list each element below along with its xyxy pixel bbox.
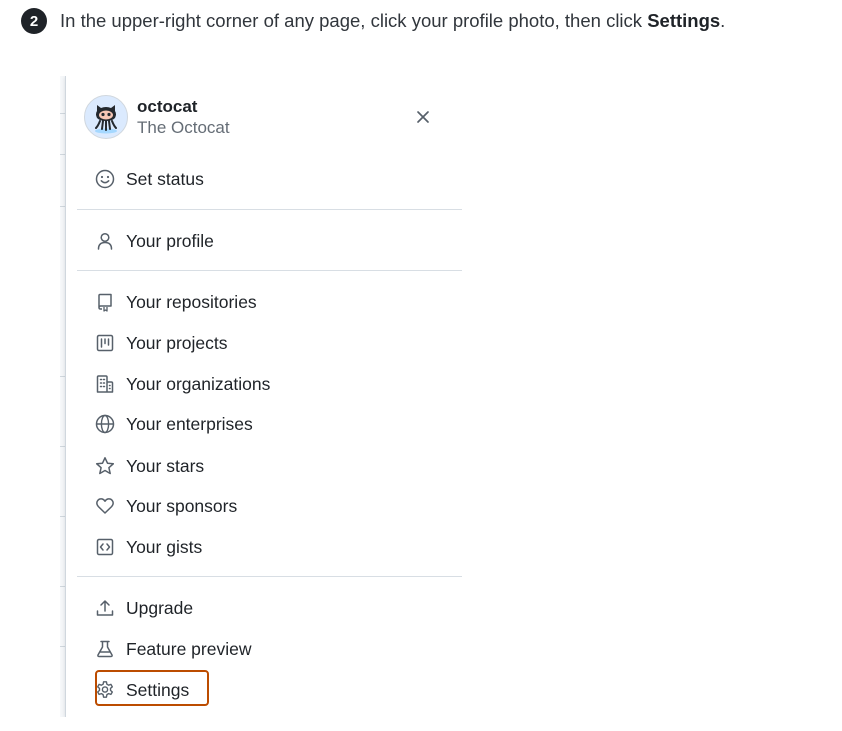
instruction-text-start: In the upper-right corner of any page, c… bbox=[60, 10, 648, 31]
menu-item-label: Your stars bbox=[126, 455, 205, 476]
menu-item-your-enterprises[interactable]: Your enterprises bbox=[94, 409, 253, 439]
menu-item-your-gists[interactable]: Your gists bbox=[94, 532, 202, 562]
menu-item-your-repositories[interactable]: Your repositories bbox=[94, 287, 257, 317]
user-menu: octocat The Octocat Set status Your prof… bbox=[65, 76, 465, 717]
instruction-text-bold: Settings bbox=[647, 10, 721, 31]
smiley-icon bbox=[94, 168, 116, 190]
menu-item-label: Feature preview bbox=[126, 638, 252, 659]
menu-item-label: Upgrade bbox=[126, 597, 194, 618]
menu-divider bbox=[77, 209, 462, 210]
person-icon bbox=[94, 230, 116, 252]
menu-item-label: Your organizations bbox=[126, 373, 271, 394]
star-icon bbox=[94, 455, 116, 477]
menu-item-label: Your profile bbox=[126, 230, 214, 251]
menu-item-your-profile[interactable]: Your profile bbox=[94, 226, 214, 256]
close-button[interactable] bbox=[412, 106, 434, 128]
octocat-avatar-icon bbox=[95, 105, 117, 134]
instruction-text-end: . bbox=[720, 10, 726, 31]
instruction-step: 2 In the upper-right corner of any page,… bbox=[21, 8, 725, 34]
menu-item-your-sponsors[interactable]: Your sponsors bbox=[94, 491, 237, 521]
instruction-text: In the upper-right corner of any page, c… bbox=[60, 10, 725, 32]
step-number-badge: 2 bbox=[21, 8, 47, 34]
menu-divider bbox=[77, 270, 462, 271]
user-header: octocat The Octocat bbox=[84, 94, 448, 140]
settings-highlight-box bbox=[95, 670, 209, 706]
menu-item-upgrade[interactable]: Upgrade bbox=[94, 593, 193, 623]
user-login: octocat bbox=[137, 97, 198, 116]
menu-item-set-status[interactable]: Set status bbox=[94, 164, 204, 194]
beaker-icon bbox=[94, 638, 116, 660]
user-names: octocat The Octocat bbox=[137, 96, 230, 138]
upload-icon bbox=[94, 597, 116, 619]
user-full-name: The Octocat bbox=[137, 118, 230, 137]
menu-item-label: Your gists bbox=[126, 536, 203, 557]
menu-item-label: Your projects bbox=[126, 332, 228, 353]
menu-item-your-organizations[interactable]: Your organizations bbox=[94, 369, 270, 399]
menu-item-feature-preview[interactable]: Feature preview bbox=[94, 634, 251, 664]
menu-item-label: Your sponsors bbox=[126, 495, 238, 516]
code-square-icon bbox=[94, 536, 116, 558]
organization-icon bbox=[94, 373, 116, 395]
close-icon bbox=[417, 111, 429, 123]
repo-icon bbox=[94, 291, 116, 313]
menu-item-label: Your enterprises bbox=[126, 413, 253, 434]
menu-item-your-projects[interactable]: Your projects bbox=[94, 328, 228, 358]
screenshot-frame: octocat The Octocat Set status Your prof… bbox=[60, 76, 465, 717]
avatar[interactable] bbox=[84, 95, 128, 139]
globe-icon bbox=[94, 413, 116, 435]
project-icon bbox=[94, 332, 116, 354]
menu-item-label: Your repositories bbox=[126, 291, 257, 312]
menu-item-label: Set status bbox=[126, 168, 204, 189]
heart-icon bbox=[94, 495, 116, 517]
menu-divider bbox=[77, 576, 462, 577]
menu-item-your-stars[interactable]: Your stars bbox=[94, 451, 204, 481]
